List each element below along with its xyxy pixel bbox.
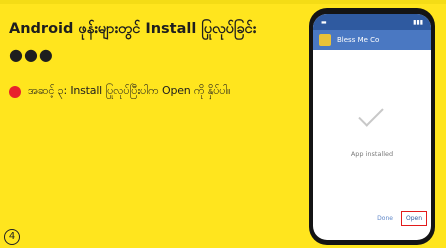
app-icon xyxy=(319,34,331,46)
bullet-icon xyxy=(9,86,21,98)
open-button[interactable]: Open xyxy=(400,211,427,226)
done-button[interactable]: Done xyxy=(377,215,393,222)
tutorial-slide: Android ဖုန်းများတွင် Install ပြုလုပ်ခြင… xyxy=(0,0,446,248)
install-body: App installed Done Open xyxy=(313,50,431,240)
status-signal-icon: ▮▮▮ xyxy=(413,18,423,26)
checkmark-icon xyxy=(358,101,384,127)
more-dots: ●●● xyxy=(9,45,54,64)
step-text: အဆင့် ၃: Install ပြုလုပ်ပြီးပါက Open ကို… xyxy=(28,84,231,97)
status-time-icon: ▬ xyxy=(321,18,327,26)
install-actions: Done Open xyxy=(377,211,427,226)
phone-screen: ▬ ▮▮▮ Bless Me Co App installed Done Ope… xyxy=(313,14,431,240)
installed-message: App installed xyxy=(350,150,394,158)
slide-title: Android ဖုန်းများတွင် Install ပြုလုပ်ခြင… xyxy=(9,21,257,37)
top-strip xyxy=(0,0,446,4)
phone-mockup: ▬ ▮▮▮ Bless Me Co App installed Done Ope… xyxy=(309,8,435,245)
step-item: အဆင့် ၃: Install ပြုလုပ်ပြီးပါက Open ကို… xyxy=(9,84,231,100)
phone-status-bar: ▬ ▮▮▮ xyxy=(313,14,431,30)
page-number-badge: 4 xyxy=(4,229,20,245)
install-toolbar: Bless Me Co xyxy=(313,30,431,50)
toolbar-app-name: Bless Me Co xyxy=(337,36,380,44)
